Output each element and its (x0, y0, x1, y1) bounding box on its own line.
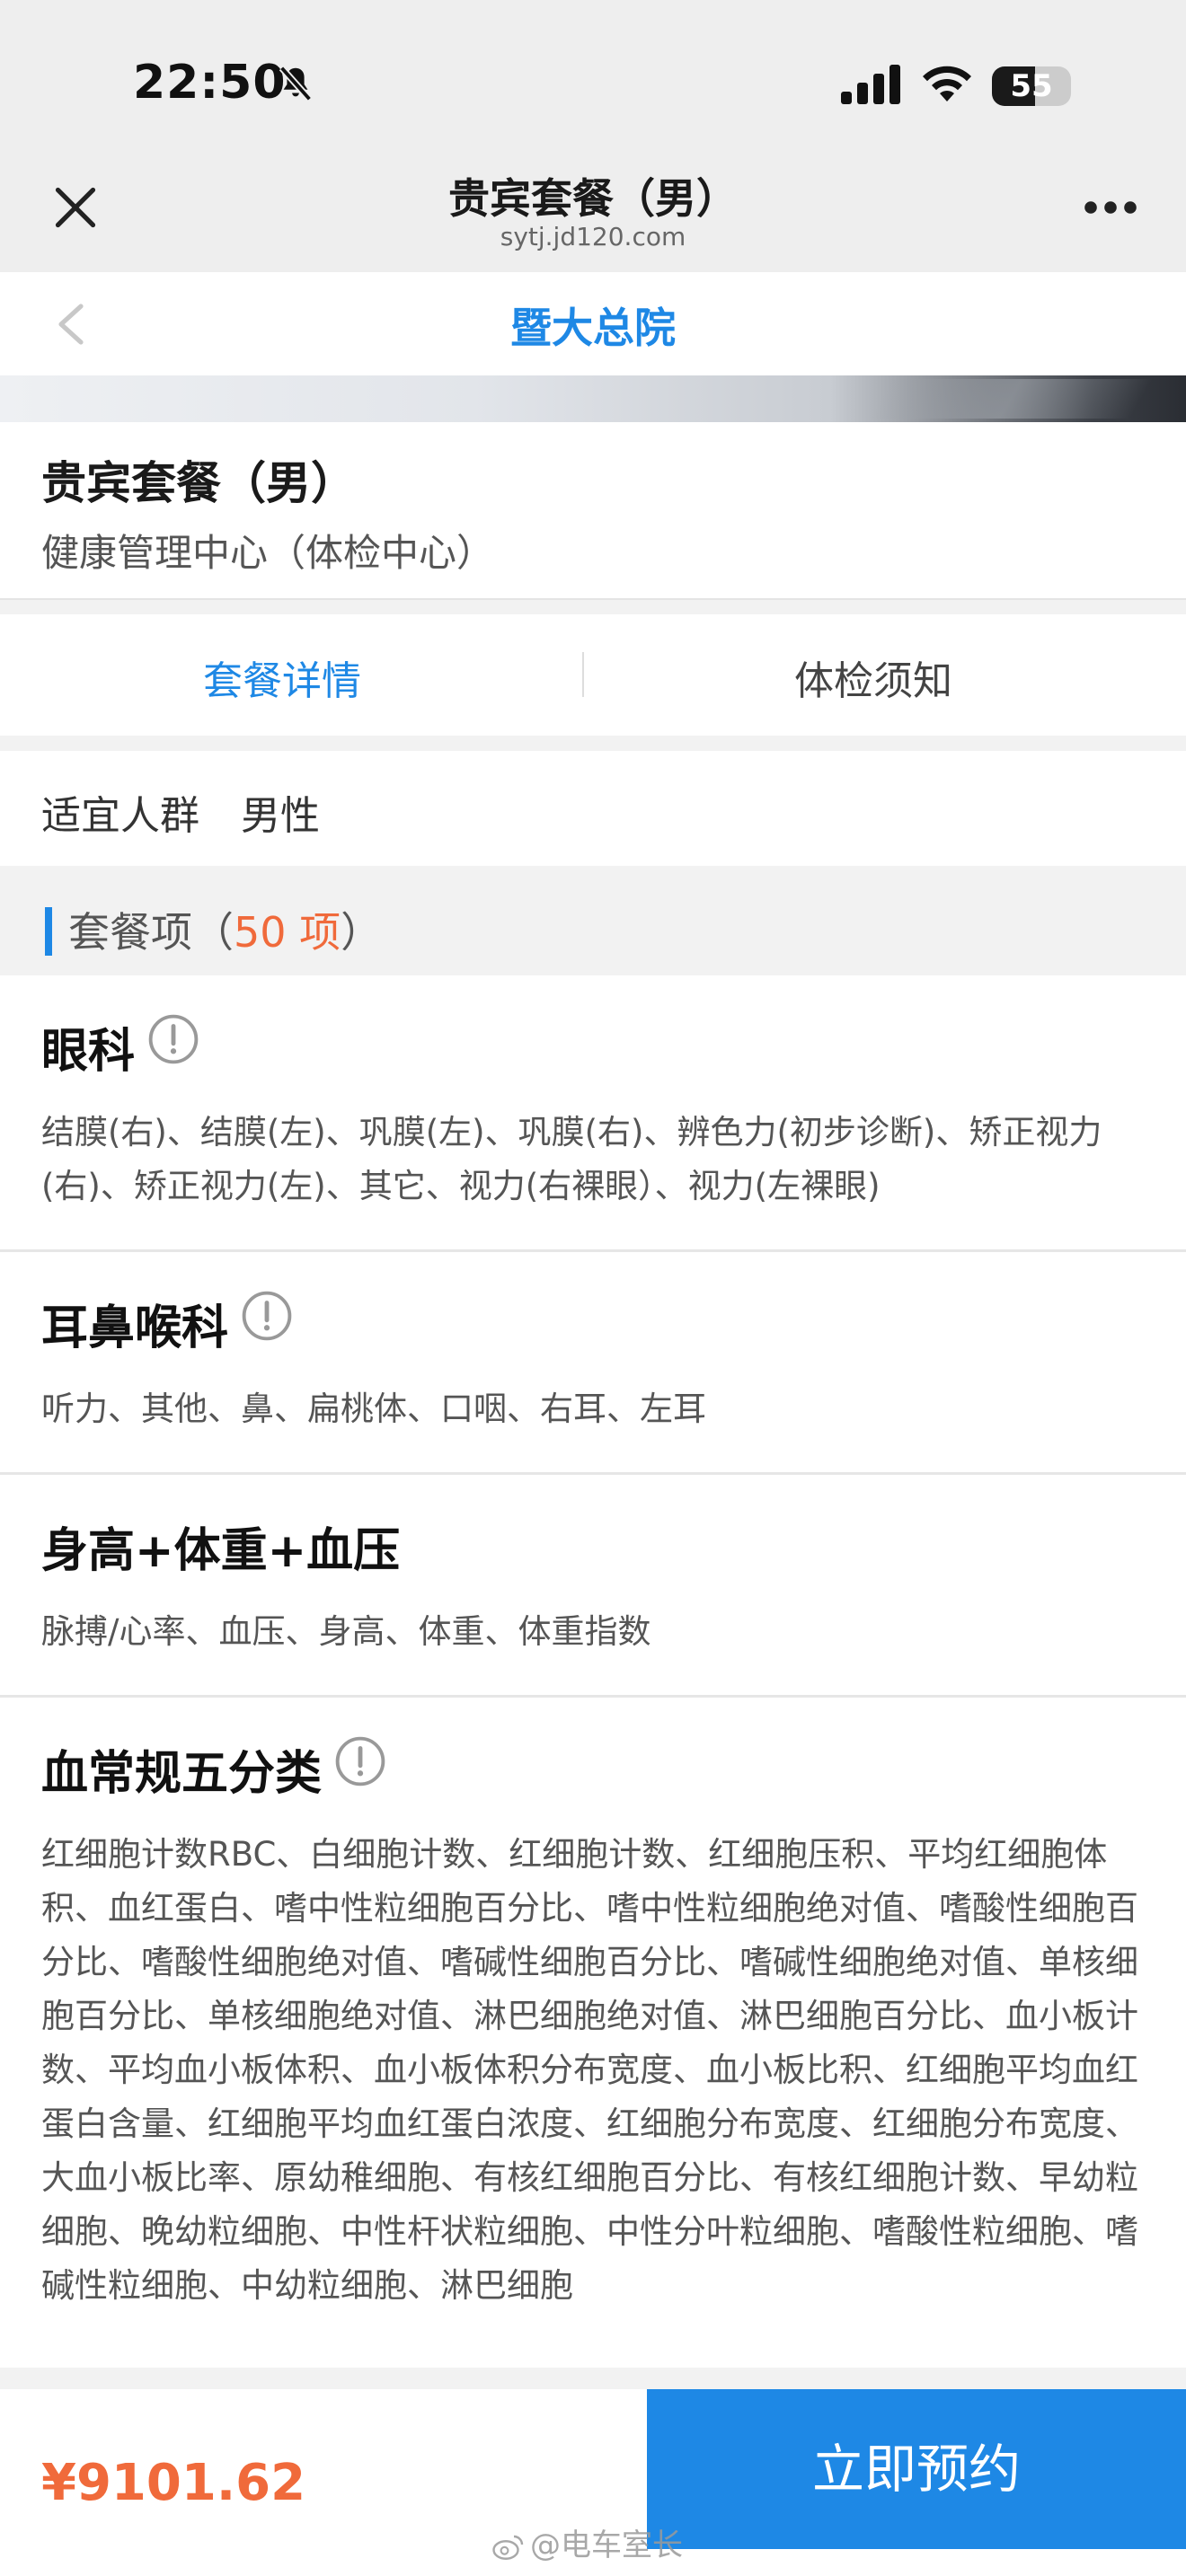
cellular-signal-icon (841, 65, 900, 104)
info-circle-icon[interactable] (334, 1735, 386, 1787)
section-accent-bar (45, 907, 52, 956)
wifi-icon (923, 66, 971, 101)
category-height-weight-bp: 身高+体重+血压 脉搏/心率、血压、身高、体重、体重指数 (0, 1475, 1186, 1698)
banner-image (0, 375, 1186, 422)
suitable-crowd-label: 适宜人群 (41, 793, 199, 839)
package-center: 健康管理中心（体检中心） (41, 531, 495, 575)
more-icon[interactable] (1084, 200, 1137, 215)
package-name: 贵宾套餐（男） (41, 457, 356, 509)
package-price: ¥9101.62 (41, 2454, 306, 2512)
category-items: 结膜(右)、结膜(左)、巩膜(左)、巩膜(右)、辨色力(初步诊断)、矫正视力(右… (41, 1113, 1102, 1205)
suitable-crowd-row: 适宜人群 男性 (0, 751, 1186, 866)
section-suffix: ） (341, 908, 383, 957)
section-prefix: 套餐项（ (68, 908, 234, 957)
category-blood-routine: 血常规五分类 红细胞计数RBC、白细胞计数、红细胞计数、红细胞压积、平均红细胞体… (0, 1698, 1186, 2349)
status-time: 22:50 (133, 56, 287, 110)
watermark: @电车室长 (492, 2520, 683, 2564)
battery-indicator: 55 (992, 66, 1071, 106)
bell-muted-icon (279, 66, 313, 101)
category-title: 血常规五分类 (41, 1747, 323, 1801)
section-count: 50 项 (234, 908, 341, 957)
category-items: 听力、其他、鼻、扁桃体、口咽、右耳、左耳 (41, 1389, 706, 1428)
watermark-text: @电车室长 (530, 2527, 683, 2563)
category-title: 眼科 (41, 1025, 136, 1079)
tab-exam-notice[interactable]: 体检须知 (577, 648, 1170, 706)
package-header: 贵宾套餐（男） 健康管理中心（体检中心） (0, 422, 1186, 600)
category-items: 脉搏/心率、血压、身高、体重、体重指数 (41, 1612, 651, 1651)
page-domain: sytj.jd120.com (500, 222, 686, 251)
section-title: 套餐项（50 项） (68, 900, 382, 959)
hospital-title: 暨大总院 (510, 304, 676, 352)
info-circle-icon[interactable] (241, 1290, 293, 1342)
browser-header: 贵宾套餐（男） sytj.jd120.com (0, 157, 1186, 272)
suitable-crowd-value: 男性 (241, 793, 320, 839)
category-items: 红细胞计数RBC、白细胞计数、红细胞计数、红细胞压积、平均红细胞体积、血红蛋白、… (41, 1835, 1138, 2305)
battery-level: 55 (1010, 68, 1053, 104)
tab-bar: 套餐详情 体检须知 (0, 614, 1186, 736)
book-now-button[interactable]: 立即预约 (647, 2389, 1186, 2549)
category-list: 眼科 结膜(右)、结膜(左)、巩膜(左)、巩膜(右)、辨色力(初步诊断)、矫正视… (0, 975, 1186, 2368)
category-ophthalmology: 眼科 结膜(右)、结膜(左)、巩膜(左)、巩膜(右)、辨色力(初步诊断)、矫正视… (0, 975, 1186, 1252)
package-items-header: 套餐项（50 项） (0, 866, 1186, 975)
category-title: 耳鼻喉科 (41, 1301, 229, 1355)
info-circle-icon[interactable] (147, 1013, 199, 1065)
tab-package-details[interactable]: 套餐详情 (0, 648, 579, 706)
category-ent: 耳鼻喉科 听力、其他、鼻、扁桃体、口咽、右耳、左耳 (0, 1252, 1186, 1475)
hospital-nav-bar: 暨大总院 (0, 272, 1186, 375)
weibo-logo-icon (492, 2535, 524, 2560)
status-bar: 22:50 55 (0, 0, 1186, 157)
category-title: 身高+体重+血压 (41, 1524, 401, 1578)
page-title: 贵宾套餐（男） (448, 174, 738, 223)
